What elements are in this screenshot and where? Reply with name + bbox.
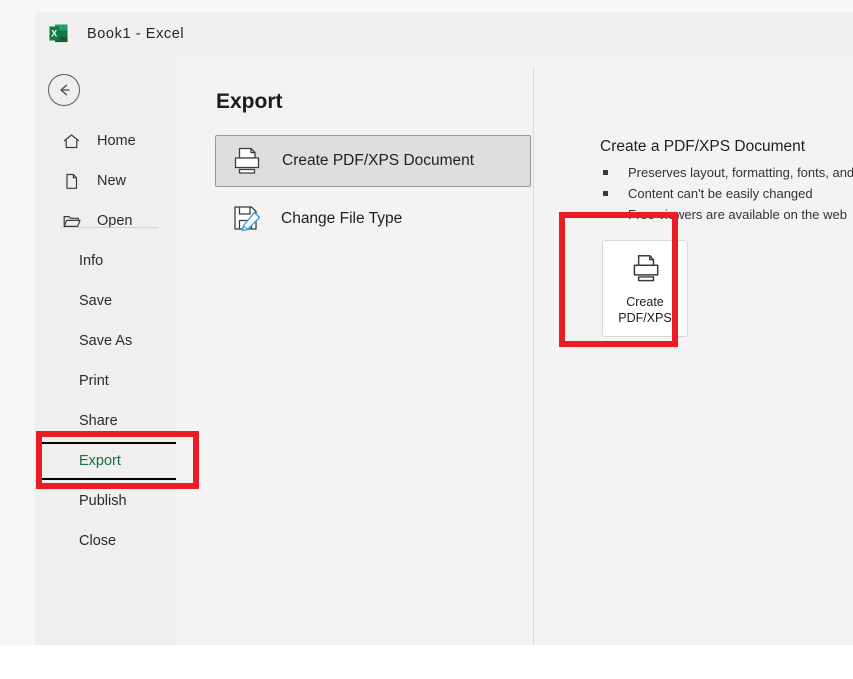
new-document-icon (61, 171, 81, 191)
list-item: Free viewers are available on the web (600, 204, 853, 225)
sidebar-item-label: Print (79, 373, 109, 389)
change-file-type-icon (228, 201, 264, 237)
sidebar-secondary-nav: Info Save Save As Print Share Export Pub… (35, 241, 202, 561)
sidebar-item-label: New (97, 173, 127, 189)
backstage-sidebar: Home New Open Info Save Save As Print Sh… (35, 55, 202, 645)
selection-accent-bar (36, 444, 39, 478)
sidebar-item-label: Export (79, 453, 121, 469)
detail-bullet-list: Preserves layout, formatting, fonts, and… (600, 162, 853, 225)
sidebar-item-save[interactable]: Save (35, 281, 176, 321)
home-icon (61, 131, 81, 151)
export-option-create-pdf-xps-document[interactable]: Create PDF/XPS Document (215, 135, 531, 187)
publish-pdf-icon (229, 143, 265, 179)
export-options-panel: Export Create PDF/XPS Document Change Fi… (176, 55, 533, 645)
publish-pdf-icon (626, 252, 664, 286)
sidebar-primary-nav: Home New Open (35, 121, 176, 241)
open-folder-icon (61, 211, 81, 231)
sidebar-item-label: Close (79, 533, 117, 549)
export-option-label: Create PDF/XPS Document (282, 152, 475, 169)
sidebar-item-close[interactable]: Close (35, 521, 176, 561)
excel-backstage-screen: X Book1 - Excel Home New Open Info Save … (0, 0, 853, 679)
sidebar-item-open[interactable]: Open (35, 201, 176, 241)
sidebar-item-label: Publish (79, 493, 127, 509)
detail-title: Create a PDF/XPS Document (600, 138, 806, 155)
sidebar-item-print[interactable]: Print (35, 361, 176, 401)
sidebar-item-label: Share (79, 413, 118, 429)
back-arrow-icon[interactable] (48, 74, 80, 106)
sidebar-item-home[interactable]: Home (35, 121, 176, 161)
sidebar-divider (60, 227, 158, 228)
sidebar-item-label: Save As (79, 333, 133, 349)
excel-logo-icon: X (48, 23, 69, 44)
sidebar-item-share[interactable]: Share (35, 401, 176, 441)
button-label-line1: Create (626, 294, 664, 309)
sidebar-item-publish[interactable]: Publish (35, 481, 176, 521)
sidebar-item-label: Save (79, 293, 113, 309)
button-label-line2: PDF/XPS (618, 310, 672, 325)
create-pdf-xps-button[interactable]: Create PDF/XPS (602, 240, 688, 337)
create-pdf-xps-button-label: Create PDF/XPS (618, 294, 672, 326)
list-item: Preserves layout, formatting, fonts, and… (600, 162, 853, 183)
backstage-window: X Book1 - Excel Home New Open Info Save … (35, 12, 853, 645)
sidebar-item-info[interactable]: Info (35, 241, 176, 281)
title-bar: X Book1 - Excel (35, 12, 853, 55)
page-margin-top (0, 0, 853, 12)
list-item: Content can't be easily changed (600, 183, 853, 204)
export-option-label: Change File Type (281, 210, 403, 227)
page-title: Export (216, 90, 283, 113)
export-option-change-file-type[interactable]: Change File Type (215, 193, 531, 245)
page-margin-left (0, 0, 35, 645)
sidebar-item-label: Home (97, 133, 136, 149)
sidebar-item-new[interactable]: New (35, 161, 176, 201)
sidebar-item-export[interactable]: Export (35, 441, 202, 481)
sidebar-item-save-as[interactable]: Save As (35, 321, 176, 361)
svg-text:X: X (51, 29, 57, 39)
export-detail-panel: Create a PDF/XPS Document Preserves layo… (534, 55, 853, 645)
sidebar-item-label: Info (79, 253, 104, 269)
window-title: Book1 - Excel (87, 25, 185, 42)
